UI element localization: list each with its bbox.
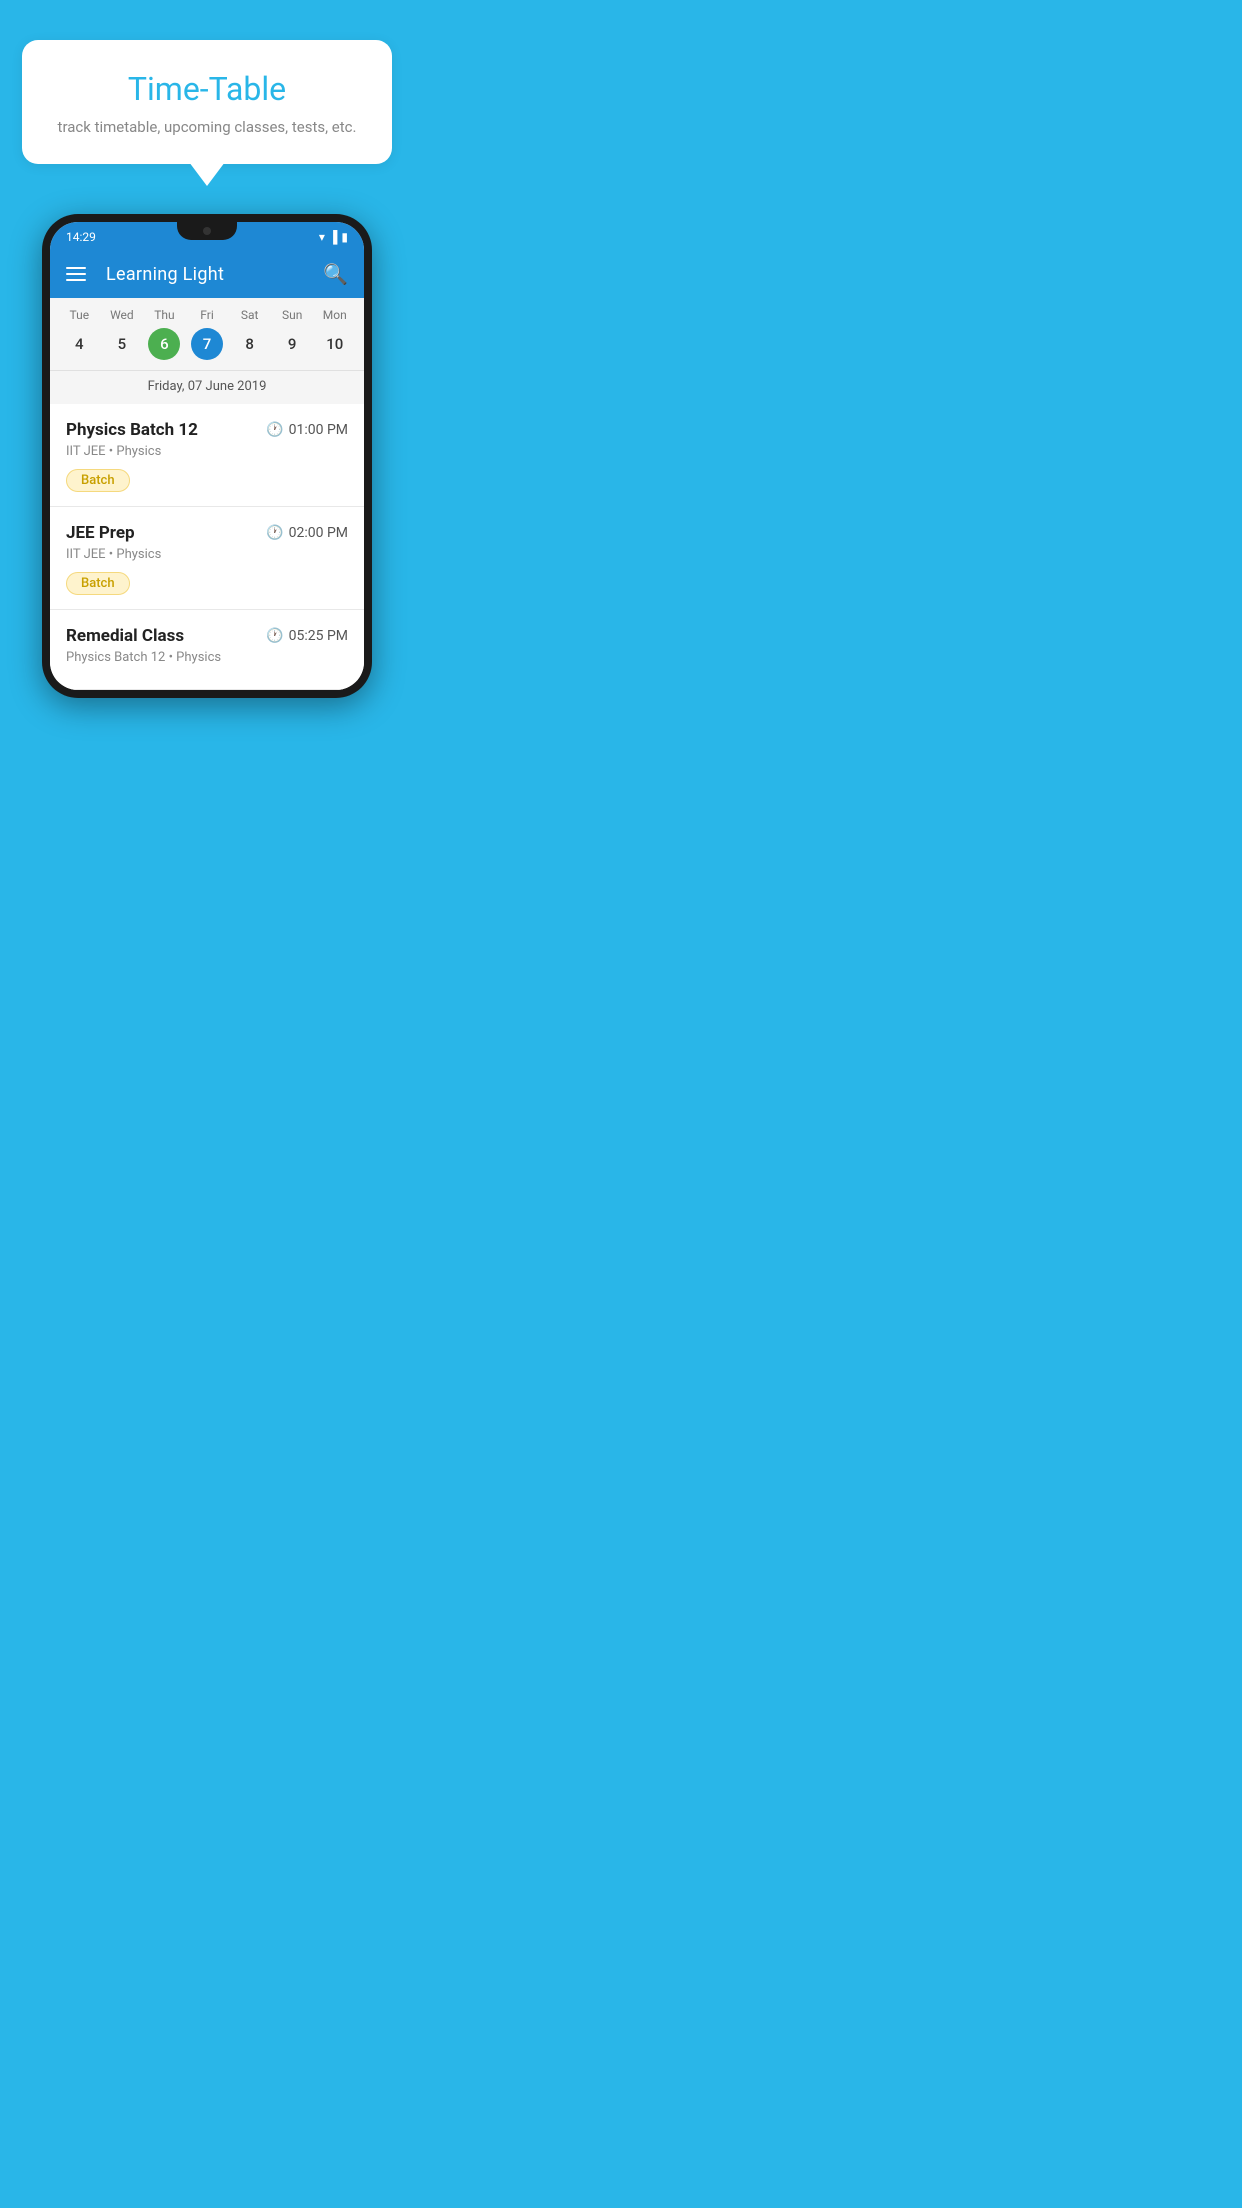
class-header: Physics Batch 12 🕐 01:00 PM — [66, 420, 348, 440]
class-subject: Physics Batch 12 • Physics — [66, 650, 348, 665]
bubble-subtitle: track timetable, upcoming classes, tests… — [52, 118, 362, 136]
bubble-title: Time-Table — [52, 70, 362, 108]
class-name: JEE Prep — [66, 523, 135, 543]
day-number[interactable]: 5 — [106, 328, 138, 360]
day-col-fri[interactable]: Fri 7 — [186, 308, 229, 360]
clock-icon: 🕐 — [266, 628, 283, 644]
class-list: Physics Batch 12 🕐 01:00 PM IIT JEE • Phys… — [50, 404, 364, 690]
class-item[interactable]: Physics Batch 12 🕐 01:00 PM IIT JEE • Phys… — [50, 404, 364, 507]
class-time: 🕐 02:00 PM — [266, 525, 348, 541]
day-number[interactable]: 4 — [63, 328, 95, 360]
day-name: Tue — [69, 308, 89, 322]
batch-badge: Batch — [66, 572, 130, 595]
signal-icon: ▐ — [329, 230, 338, 244]
days-header: Tue 4 Wed 5 Thu 6 Fri 7 Sat 8 Sun 9 Mon 10 — [50, 308, 364, 366]
phone-screen: 14:29 ▾ ▐ ▮ Learning Light 🔍 Tue4Wed5Thu… — [50, 222, 364, 690]
class-time: 🕐 05:25 PM — [266, 628, 348, 644]
day-number[interactable]: 6 — [148, 328, 180, 360]
class-header: JEE Prep 🕐 02:00 PM — [66, 523, 348, 543]
speech-bubble: Time-Table track timetable, upcoming cla… — [22, 40, 392, 164]
class-item[interactable]: Remedial Class 🕐 05:25 PM Physics Batch 12… — [50, 610, 364, 690]
class-subject: IIT JEE • Physics — [66, 444, 348, 459]
camera-dot — [203, 227, 211, 235]
day-number[interactable]: 7 — [191, 328, 223, 360]
hamburger-menu-icon[interactable] — [66, 267, 86, 281]
day-col-mon[interactable]: Mon 10 — [313, 308, 356, 360]
class-item[interactable]: JEE Prep 🕐 02:00 PM IIT JEE • Physics Batch — [50, 507, 364, 610]
day-name: Sun — [282, 308, 302, 322]
phone-mockup: 14:29 ▾ ▐ ▮ Learning Light 🔍 Tue4Wed5Thu… — [42, 214, 372, 698]
day-number[interactable]: 8 — [234, 328, 266, 360]
app-title: Learning Light — [106, 264, 323, 285]
day-col-sat[interactable]: Sat 8 — [228, 308, 271, 360]
day-name: Fri — [200, 308, 213, 322]
day-col-wed[interactable]: Wed 5 — [101, 308, 144, 360]
day-col-tue[interactable]: Tue 4 — [58, 308, 101, 360]
clock-icon: 🕐 — [266, 525, 283, 541]
selected-date-label: Friday, 07 June 2019 — [50, 370, 364, 404]
calendar-strip: Tue 4 Wed 5 Thu 6 Fri 7 Sat 8 Sun 9 Mon 10 Friday, 07… — [50, 298, 364, 404]
day-col-thu[interactable]: Thu 6 — [143, 308, 186, 360]
class-name: Remedial Class — [66, 626, 184, 646]
phone-notch — [177, 222, 237, 240]
day-name: Mon — [323, 308, 347, 322]
status-icons: ▾ ▐ ▮ — [319, 230, 348, 244]
day-name: Thu — [154, 308, 174, 322]
class-header: Remedial Class 🕐 05:25 PM — [66, 626, 348, 646]
wifi-icon: ▾ — [319, 230, 325, 244]
app-bar: Learning Light 🔍 — [50, 250, 364, 298]
class-time: 🕐 01:00 PM — [266, 422, 348, 438]
day-name: Wed — [110, 308, 134, 322]
day-col-sun[interactable]: Sun 9 — [271, 308, 314, 360]
search-icon[interactable]: 🔍 — [323, 262, 348, 286]
class-name: Physics Batch 12 — [66, 420, 198, 440]
day-name: Sat — [241, 308, 259, 322]
class-subject: IIT JEE • Physics — [66, 547, 348, 562]
battery-icon: ▮ — [341, 230, 348, 244]
batch-badge: Batch — [66, 469, 130, 492]
clock-icon: 🕐 — [266, 422, 283, 438]
day-number[interactable]: 9 — [276, 328, 308, 360]
status-time: 14:29 — [66, 230, 96, 244]
day-number[interactable]: 10 — [319, 328, 351, 360]
